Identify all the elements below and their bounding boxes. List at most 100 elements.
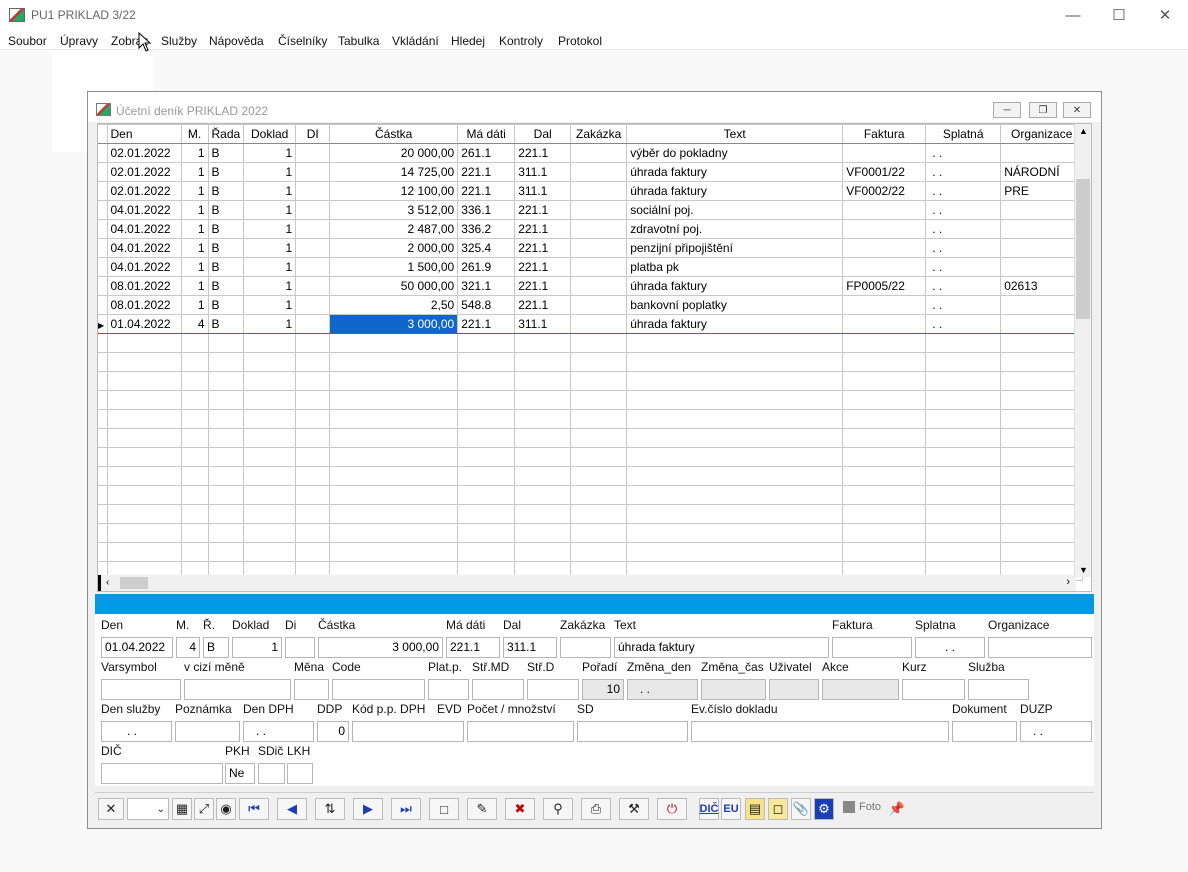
table-cell[interactable] [570,219,628,239]
table-cell[interactable]: 1 [243,238,297,258]
table-row[interactable]: 02.01.2022 1 B 1 14 725,00 221.1 311.1 úhrada f… [98,162,1084,182]
table-cell[interactable]: . . [925,200,1002,220]
table-cell[interactable]: 221.1 [514,257,572,277]
new-document-icon[interactable]: □ [429,798,459,820]
menu-tabulka[interactable]: Tabulka [338,34,379,48]
table-cell[interactable]: bankovní poplatky [626,295,844,315]
table-cell[interactable]: 50 000,00 [329,276,459,296]
table-cell[interactable] [1000,314,1084,334]
table-cell[interactable] [570,276,628,296]
madati-field[interactable]: 221.1 [446,637,500,658]
attachment-icon[interactable]: 📎 [791,798,811,820]
table-cell[interactable]: B [207,162,245,182]
table-cell[interactable]: 20 000,00 [329,143,459,163]
table-cell[interactable]: 221.1 [514,219,572,239]
table-cell[interactable]: 336.2 [457,219,516,239]
table-cell[interactable]: 325.4 [457,238,516,258]
grid-horizontal-scrollbar[interactable]: ‹ › [98,575,1076,591]
menu-soubor[interactable]: Soubor [8,34,47,48]
table-cell[interactable]: 1 500,00 [329,257,459,277]
table-cell[interactable]: 01.04.2022 [106,314,182,334]
table-cell[interactable]: 3 000,00 [329,314,459,334]
table-cell[interactable]: . . [925,257,1002,277]
table-cell[interactable] [842,200,927,220]
table-cell[interactable]: . . [925,238,1002,258]
col-header[interactable]: Zakázka [570,124,628,144]
table-cell[interactable] [1000,200,1084,220]
table-cell[interactable]: . . [925,295,1002,315]
search-record-icon[interactable]: ⚲ [543,798,573,820]
sort-az-icon[interactable]: ⇅ [315,798,345,820]
menu-kontroly[interactable]: Kontroly [499,34,543,48]
menu-hledej[interactable]: Hledej [451,34,485,48]
binoculars-icon[interactable]: ◉ [216,798,236,820]
table-cell[interactable]: 1 [180,162,209,182]
table-cell[interactable]: . . [925,219,1002,239]
menu-upravy[interactable]: Úpravy [60,34,98,48]
table-cell[interactable]: . . [925,143,1002,163]
table-cell[interactable] [570,200,628,220]
table-cell[interactable]: 1 [243,257,297,277]
table-cell[interactable]: 04.01.2022 [106,257,182,277]
vscroll-thumb[interactable] [1076,179,1090,319]
col-header[interactable]: Doklad [243,124,297,144]
table-cell[interactable]: B [207,257,245,277]
table-cell[interactable]: 02.01.2022 [106,162,182,182]
den-sluzby-field[interactable]: . . [101,721,172,742]
table-cell[interactable] [842,219,927,239]
table-row[interactable]: 04.01.2022 1 B 1 3 512,00 336.1 221.1 sociální … [98,200,1084,220]
v-cizi-mene-field[interactable] [184,679,291,700]
sdic-field[interactable] [258,763,285,784]
table-cell[interactable]: 4 [180,314,209,334]
table-row[interactable]: 02.01.2022 1 B 1 20 000,00 261.1 221.1 výběr do… [98,143,1084,163]
scroll-up-icon[interactable]: ▲ [1079,126,1088,136]
print-icon[interactable]: ⎙ [581,798,611,820]
table-cell[interactable]: 221.1 [514,238,572,258]
table-cell[interactable]: 1 [243,181,297,201]
table-cell[interactable]: B [207,295,245,315]
maximize-button[interactable]: ☐ [1096,0,1142,30]
table-cell[interactable] [295,143,331,163]
scroll-left-icon[interactable]: ‹ [106,577,109,588]
table-cell[interactable]: 02.01.2022 [106,181,182,201]
table-cell[interactable]: 08.01.2022 [106,276,182,296]
organizace-field[interactable] [988,637,1092,658]
first-record-icon[interactable]: ⏮ [239,798,269,820]
next-record-icon[interactable]: ▶ [353,798,383,820]
menu-sluzby[interactable]: Služby [161,34,197,48]
den-field[interactable]: 01.04.2022 [101,637,173,658]
table-cell[interactable]: 14 725,00 [329,162,459,182]
table-cell[interactable]: 221.1 [514,200,572,220]
col-header[interactable]: Den [106,124,182,144]
table-cell[interactable] [295,238,331,258]
cancel-x-icon[interactable]: ✕ [98,798,124,820]
scroll-down-icon[interactable]: ▼ [1079,565,1088,575]
sluzba-field[interactable] [968,679,1029,700]
pin-icon[interactable]: 📌 [887,798,907,820]
lkh-field[interactable] [287,763,313,784]
dic-field[interactable] [101,763,223,784]
table-cell[interactable]: 1 [243,143,297,163]
dokument-field[interactable] [952,721,1017,742]
table-cell[interactable]: 548.8 [457,295,516,315]
notebook-icon[interactable]: ▤ [745,798,765,820]
menu-protokol[interactable]: Protokol [558,34,602,48]
table-cell[interactable]: 1 [180,219,209,239]
den-dph-field[interactable]: . . [243,721,314,742]
table-row[interactable]: 08.01.2022 1 B 1 2,50 548.8 221.1 bankovní popl… [98,295,1084,315]
minimize-button[interactable]: — [1050,0,1096,30]
table-cell[interactable]: 04.01.2022 [106,219,182,239]
table-cell[interactable]: 1 [243,276,297,296]
note-icon[interactable]: ◻ [768,798,788,820]
table-cell[interactable]: . . [925,181,1002,201]
text-field[interactable]: úhrada faktury [614,637,829,658]
table-cell[interactable] [1000,295,1084,315]
table-cell[interactable]: úhrada faktury [626,181,844,201]
table-cell[interactable] [1000,257,1084,277]
table-cell[interactable]: 261.1 [457,143,516,163]
doklad-field[interactable]: 1 [232,637,282,658]
table-row[interactable]: 04.01.2022 1 B 1 2 487,00 336.2 221.1 zdravotní… [98,219,1084,239]
table-cell[interactable] [295,181,331,201]
table-cell[interactable]: 1 [180,238,209,258]
table-cell[interactable]: úhrada faktury [626,314,844,334]
